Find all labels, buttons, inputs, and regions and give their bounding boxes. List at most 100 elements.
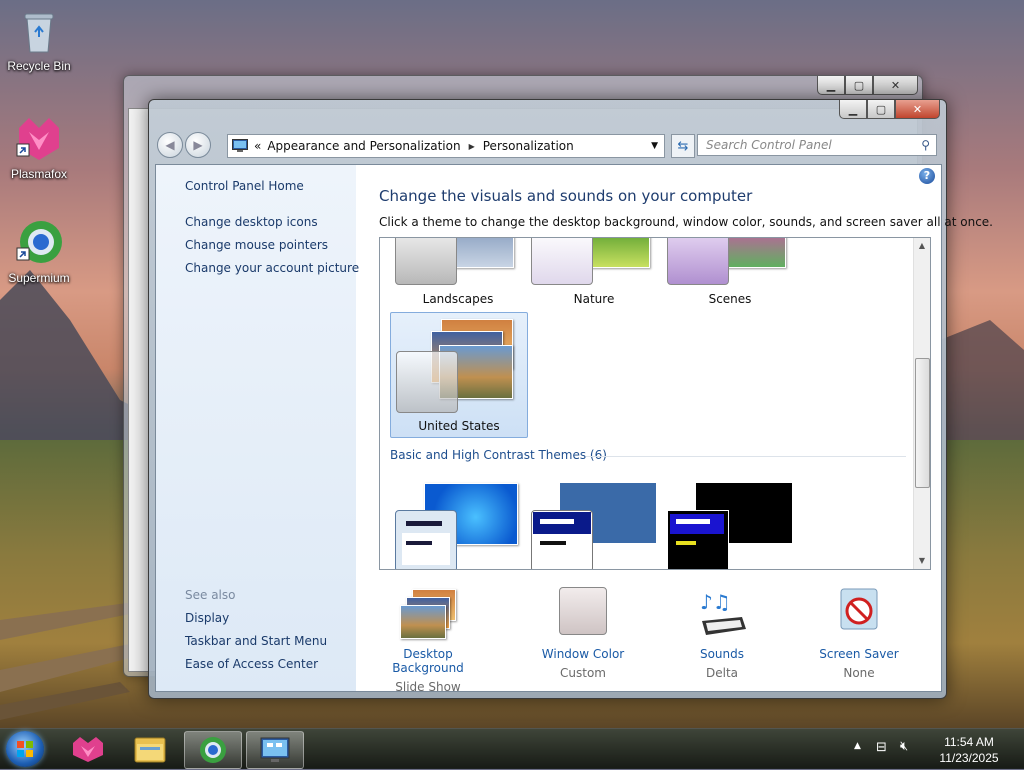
theme-label: Nature [573, 292, 615, 306]
address-dropdown-icon[interactable]: ▼ [651, 141, 658, 151]
network-icon[interactable]: ⊟ [876, 740, 887, 755]
scroll-up-icon[interactable]: ▲ [914, 238, 930, 254]
theme-gallery: Landscapes Nature Scenes United States B… [379, 237, 931, 570]
desktop-icon-supermium[interactable]: Supermium [1, 218, 77, 285]
forward-button[interactable]: ▶ [185, 132, 211, 158]
start-button[interactable] [6, 731, 44, 767]
back-button[interactable]: ◀ [157, 132, 183, 158]
system-tray: ▲ ⊟ 🔇︎ 11:54 AM 11/23/2025 [854, 729, 1024, 769]
window-color-icon [553, 587, 613, 639]
navigation-bar: ◀ ▶ « Appearance and Personalization ▶ P… [157, 132, 940, 158]
desktop-background-setting[interactable]: Desktop Background Slide Show [368, 587, 488, 694]
sounds-icon: ♪♫ [692, 587, 752, 639]
theme-label: United States [418, 419, 500, 433]
theme-windows-7-basic[interactable] [390, 478, 526, 569]
screen-saver-setting[interactable]: Screen Saver None [799, 587, 919, 680]
clock-date: 11/23/2025 [939, 751, 999, 765]
desktop-icon-label: Plasmafox [10, 167, 68, 181]
scroll-down-icon[interactable]: ▼ [914, 553, 930, 569]
windows-logo-icon [17, 741, 33, 757]
close-button[interactable]: ✕ [895, 100, 940, 119]
theme-windows-classic[interactable] [526, 478, 662, 569]
theme-high-contrast[interactable] [662, 478, 798, 569]
see-also-ease-of-access[interactable]: Ease of Access Center [185, 657, 318, 671]
theme-nature[interactable]: Nature [526, 238, 662, 310]
plasmafox-icon [73, 737, 103, 762]
svg-text:♪♫: ♪♫ [700, 590, 731, 614]
breadcrumb-prefix[interactable]: « [254, 139, 261, 153]
search-input[interactable]: Search Control Panel ⚲ [697, 134, 937, 156]
maximize-button[interactable]: ▢ [845, 76, 873, 95]
help-icon[interactable]: ? [919, 168, 935, 184]
address-bar[interactable]: « Appearance and Personalization ▶ Perso… [227, 134, 665, 158]
sidebar-change-mouse-pointers[interactable]: Change mouse pointers [185, 238, 328, 252]
plasmafox-icon [16, 118, 59, 160]
taskbar-supermium[interactable] [184, 731, 242, 769]
folder-icon [134, 737, 166, 763]
sounds-value: Delta [705, 666, 738, 680]
clock[interactable]: 11:54 AM 11/23/2025 [934, 734, 1004, 766]
window-color-value: Custom [560, 666, 606, 680]
breadcrumb-personalization[interactable]: Personalization [483, 139, 574, 153]
theme-color-swatch [395, 510, 457, 569]
refresh-button[interactable]: ⇆ [671, 134, 695, 158]
theme-scenes[interactable]: Scenes [662, 238, 798, 310]
theme-color-swatch [667, 238, 729, 285]
minimize-button[interactable]: ▁ [839, 100, 867, 119]
theme-color-swatch [667, 510, 729, 569]
refresh-icon: ⇆ [677, 138, 689, 154]
window-caption-buttons: ▁ ▢ ✕ [839, 100, 940, 119]
group-divider [586, 456, 906, 457]
page-title: Change the visuals and sounds on your co… [379, 187, 753, 205]
theme-color-swatch [531, 238, 593, 285]
theme-scrollbar[interactable]: ▲ ▼ [913, 238, 930, 569]
personalization-window[interactable]: ▁ ▢ ✕ ◀ ▶ « Appearance and Personalizati… [148, 99, 993, 699]
sidebar-change-desktop-icons[interactable]: Change desktop icons [185, 215, 318, 229]
control-panel-icon [232, 139, 248, 152]
volume-muted-icon[interactable]: 🔇︎ [900, 739, 908, 754]
clock-time: 11:54 AM [944, 735, 994, 749]
sidebar-change-account-picture[interactable]: Change your account picture [185, 261, 359, 275]
theme-label: Scenes [708, 292, 752, 306]
theme-color-swatch [395, 238, 457, 285]
window-color-setting[interactable]: Window Color Custom [523, 587, 643, 680]
theme-color-swatch [396, 351, 458, 413]
desktop-background-value: Slide Show [395, 680, 461, 694]
desktop-background-icon [398, 587, 458, 639]
see-also-display[interactable]: Display [185, 611, 229, 625]
close-button[interactable]: ✕ [873, 76, 918, 95]
desktop-icon-plasmafox[interactable]: Plasmafox [1, 114, 77, 181]
taskbar-file-explorer[interactable] [122, 731, 178, 767]
recycle-bin-icon [24, 13, 54, 53]
theme-landscapes[interactable]: Landscapes [390, 238, 526, 310]
basic-themes-heading: Basic and High Contrast Themes (6) [390, 448, 906, 462]
sounds-link[interactable]: Sounds [662, 647, 782, 661]
screen-saver-icon [829, 587, 889, 639]
minimize-button[interactable]: ▁ [817, 76, 845, 95]
breadcrumb-appearance[interactable]: Appearance and Personalization [267, 139, 460, 153]
breadcrumb-separator-icon[interactable]: ▶ [469, 142, 475, 151]
taskbar-plasmafox[interactable] [60, 731, 116, 767]
supermium-icon [16, 221, 62, 263]
taskbar-control-panel[interactable] [246, 731, 304, 769]
window-color-link[interactable]: Window Color [523, 647, 643, 661]
see-also-heading: See also [185, 588, 236, 602]
sounds-setting[interactable]: ♪♫ Sounds Delta [662, 587, 782, 680]
theme-united-states[interactable]: United States [390, 312, 528, 438]
background-window-caption-buttons: ▁ ▢ ✕ [817, 76, 918, 95]
window-client-area: Control Panel Home Change desktop icons … [155, 164, 993, 694]
supermium-icon [200, 737, 226, 763]
control-panel-icon [260, 737, 290, 762]
see-also-taskbar[interactable]: Taskbar and Start Menu [185, 634, 327, 648]
desktop-background-link[interactable]: Desktop Background [368, 647, 488, 675]
maximize-button[interactable]: ▢ [867, 100, 895, 119]
scroll-thumb[interactable] [915, 358, 930, 488]
desktop-icon-recycle-bin[interactable]: Recycle Bin [1, 6, 77, 73]
sidebar-control-panel-home[interactable]: Control Panel Home [185, 179, 304, 193]
screen-saver-link[interactable]: Screen Saver [799, 647, 919, 661]
search-icon[interactable]: ⚲ [921, 138, 930, 152]
taskbar: ▲ ⊟ 🔇︎ 11:54 AM 11/23/2025 [0, 728, 1024, 769]
theme-color-swatch [531, 510, 593, 569]
show-hidden-icons-icon[interactable]: ▲ [854, 741, 861, 751]
desktop-icon-label: Supermium [8, 271, 70, 285]
